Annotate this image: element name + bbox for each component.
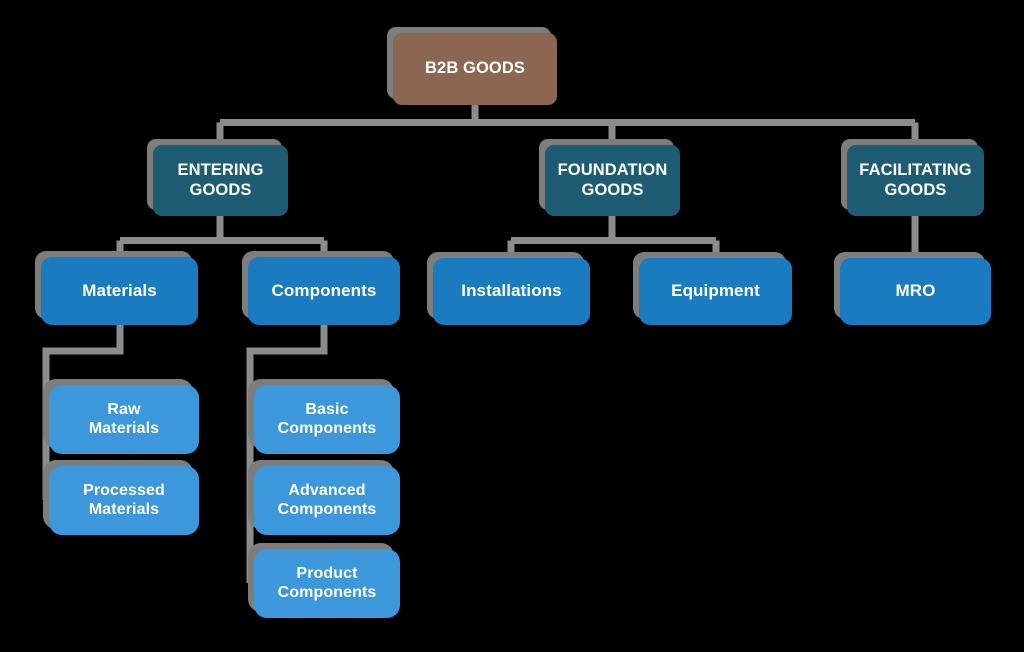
node-equipment-label: Equipment (671, 281, 760, 301)
node-materials-label: Materials (82, 280, 157, 300)
diagram-canvas: B2B GOODS ENTERING GOODS FOUNDATION GOOD… (0, 0, 1024, 652)
node-facilitating-goods[interactable]: FACILITATING GOODS (847, 145, 984, 216)
node-b2b-goods-label: B2B GOODS (425, 59, 525, 78)
node-processed-materials-label: Processed Materials (83, 481, 165, 518)
node-components[interactable]: Components (248, 257, 400, 325)
node-entering-goods-label: ENTERING GOODS (177, 161, 264, 199)
node-advanced-components-label: Advanced Components (277, 481, 377, 518)
node-basic-components-label: Basic Components (277, 400, 377, 437)
node-foundation-goods-label: FOUNDATION GOODS (557, 161, 668, 199)
node-b2b-goods[interactable]: B2B GOODS (393, 33, 557, 105)
node-mro-label: MRO (895, 281, 936, 301)
node-facilitating-goods-label: FACILITATING GOODS (859, 161, 972, 199)
node-mro[interactable]: MRO (840, 258, 991, 325)
node-components-label: Components (271, 280, 377, 300)
node-equipment[interactable]: Equipment (639, 258, 792, 325)
node-basic-components[interactable]: Basic Components (254, 385, 400, 454)
node-processed-materials[interactable]: Processed Materials (49, 466, 199, 535)
node-materials[interactable]: Materials (41, 257, 198, 325)
node-product-components[interactable]: Product Components (254, 549, 400, 618)
node-raw-materials-label: Raw Materials (88, 400, 160, 437)
node-raw-materials[interactable]: Raw Materials (49, 385, 199, 454)
node-advanced-components[interactable]: Advanced Components (254, 466, 400, 535)
node-foundation-goods[interactable]: FOUNDATION GOODS (545, 145, 680, 216)
node-product-components-label: Product Components (277, 564, 377, 601)
node-installations[interactable]: Installations (433, 258, 590, 325)
node-installations-label: Installations (461, 281, 562, 301)
node-entering-goods[interactable]: ENTERING GOODS (153, 145, 288, 216)
